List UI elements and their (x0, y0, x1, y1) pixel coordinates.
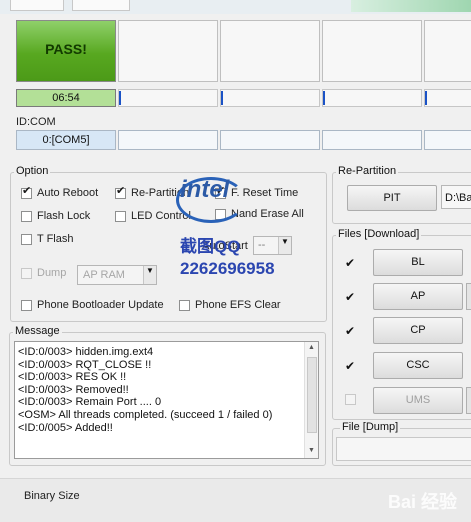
dump-select[interactable]: AP RAM ▼ (77, 265, 157, 285)
flash-lock-checkbox[interactable] (21, 211, 32, 222)
com-port-slot (220, 130, 320, 150)
ap-path-field[interactable] (466, 283, 471, 310)
log-line: <ID:0/003> RES OK !! (18, 371, 127, 384)
log-line: <ID:0/003> Removed!! (18, 383, 129, 396)
bl-button[interactable]: BL (373, 249, 463, 276)
progress-bar (322, 89, 422, 107)
message-lines: <ID:0/003> hidden.img.ext4 <ID:0/003> RQ… (18, 346, 303, 434)
message-title: Message (13, 325, 62, 337)
watermark-brand: intel (180, 176, 230, 203)
autostart-value: -- (258, 239, 266, 251)
top-strip (0, 0, 471, 14)
chevron-down-icon: ▼ (278, 237, 291, 254)
elapsed-timer: 06:54 (16, 89, 116, 107)
t-flash-checkbox[interactable] (21, 234, 32, 245)
port-slot (322, 20, 422, 82)
port-slot (424, 20, 471, 82)
progress-bar (220, 89, 320, 107)
top-tab (72, 0, 130, 11)
ap-button[interactable]: AP (373, 283, 463, 310)
log-line: <ID:0/003> Remain Port .... 0 (18, 396, 162, 409)
com-port-0: 0:[COM5] (16, 130, 116, 150)
com-port-slot (118, 130, 218, 150)
ums-button[interactable]: UMS (373, 387, 463, 414)
chevron-down-icon: ▼ (143, 266, 156, 284)
com-port-slot (322, 130, 422, 150)
ums-path-field[interactable] (466, 387, 471, 414)
watermark-line1: 截图QQ (180, 237, 241, 256)
baidu-watermark: Bai 经验 (388, 492, 458, 512)
auto-reboot-checkbox[interactable]: ✔ (21, 186, 32, 199)
dump-checkbox[interactable] (21, 268, 32, 279)
log-line: <OSM> All threads completed. (succeed 1 … (18, 408, 273, 421)
ums-checkbox[interactable] (345, 394, 356, 405)
flash-lock-label: Flash Lock (37, 210, 91, 222)
pit-path-field[interactable]: D:\Ba (441, 185, 471, 209)
dump-value: AP RAM (83, 269, 125, 281)
header-banner (351, 0, 471, 12)
autostart-select[interactable]: -- ▼ (253, 236, 292, 255)
top-tab (10, 0, 64, 11)
cp-checkbox[interactable]: ✔ (345, 324, 355, 338)
watermark-line2: 2262696958 (180, 259, 275, 278)
binary-size-label: Binary Size (24, 490, 80, 502)
progress-bar (118, 89, 218, 107)
ap-checkbox[interactable]: ✔ (345, 290, 355, 304)
dump-path-field[interactable] (336, 437, 471, 461)
auto-reboot-label: Auto Reboot (37, 187, 99, 199)
csc-checkbox[interactable]: ✔ (345, 359, 355, 373)
status-pass-indicator: PASS! (16, 20, 116, 82)
phone-efs-clear-label: Phone EFS Clear (195, 299, 281, 311)
dump-label: Dump (37, 267, 67, 279)
led-control-checkbox[interactable] (115, 211, 126, 222)
scroll-up-icon[interactable]: ▲ (305, 342, 318, 355)
phone-efs-clear-checkbox[interactable] (179, 300, 190, 311)
message-scrollbar[interactable]: ▲ ▼ (304, 342, 318, 458)
progress-bar (424, 89, 471, 107)
log-line: <ID:0/003> hidden.img.ext4 (18, 346, 154, 358)
port-slot (118, 20, 218, 82)
port-slot (220, 20, 320, 82)
re-partition-checkbox[interactable]: ✔ (115, 186, 126, 199)
bl-checkbox[interactable]: ✔ (345, 256, 355, 270)
pass-label: PASS! (45, 41, 87, 57)
log-line: <ID:0/003> RQT_CLOSE !! (18, 358, 152, 371)
file-dump-title: File [Dump] (340, 421, 401, 433)
idcom-label: ID:COM (16, 116, 56, 128)
repartition-title: Re-Partition (336, 165, 399, 177)
phone-bootloader-update-label: Phone Bootloader Update (37, 299, 164, 311)
csc-button[interactable]: CSC (373, 352, 463, 379)
option-title: Option (14, 165, 51, 177)
message-log[interactable]: <ID:0/003> hidden.img.ext4 <ID:0/003> RQ… (14, 341, 319, 459)
scroll-down-icon[interactable]: ▼ (305, 445, 318, 458)
t-flash-label: T Flash (37, 233, 74, 245)
log-line: <ID:0/005> Added!! (18, 421, 113, 434)
phone-bootloader-update-checkbox[interactable] (21, 300, 32, 311)
files-download-title: Files [Download] (336, 228, 422, 240)
com-port-slot (424, 130, 471, 150)
pit-button[interactable]: PIT (347, 185, 437, 211)
scroll-thumb[interactable] (307, 357, 317, 433)
cp-button[interactable]: CP (373, 317, 463, 344)
